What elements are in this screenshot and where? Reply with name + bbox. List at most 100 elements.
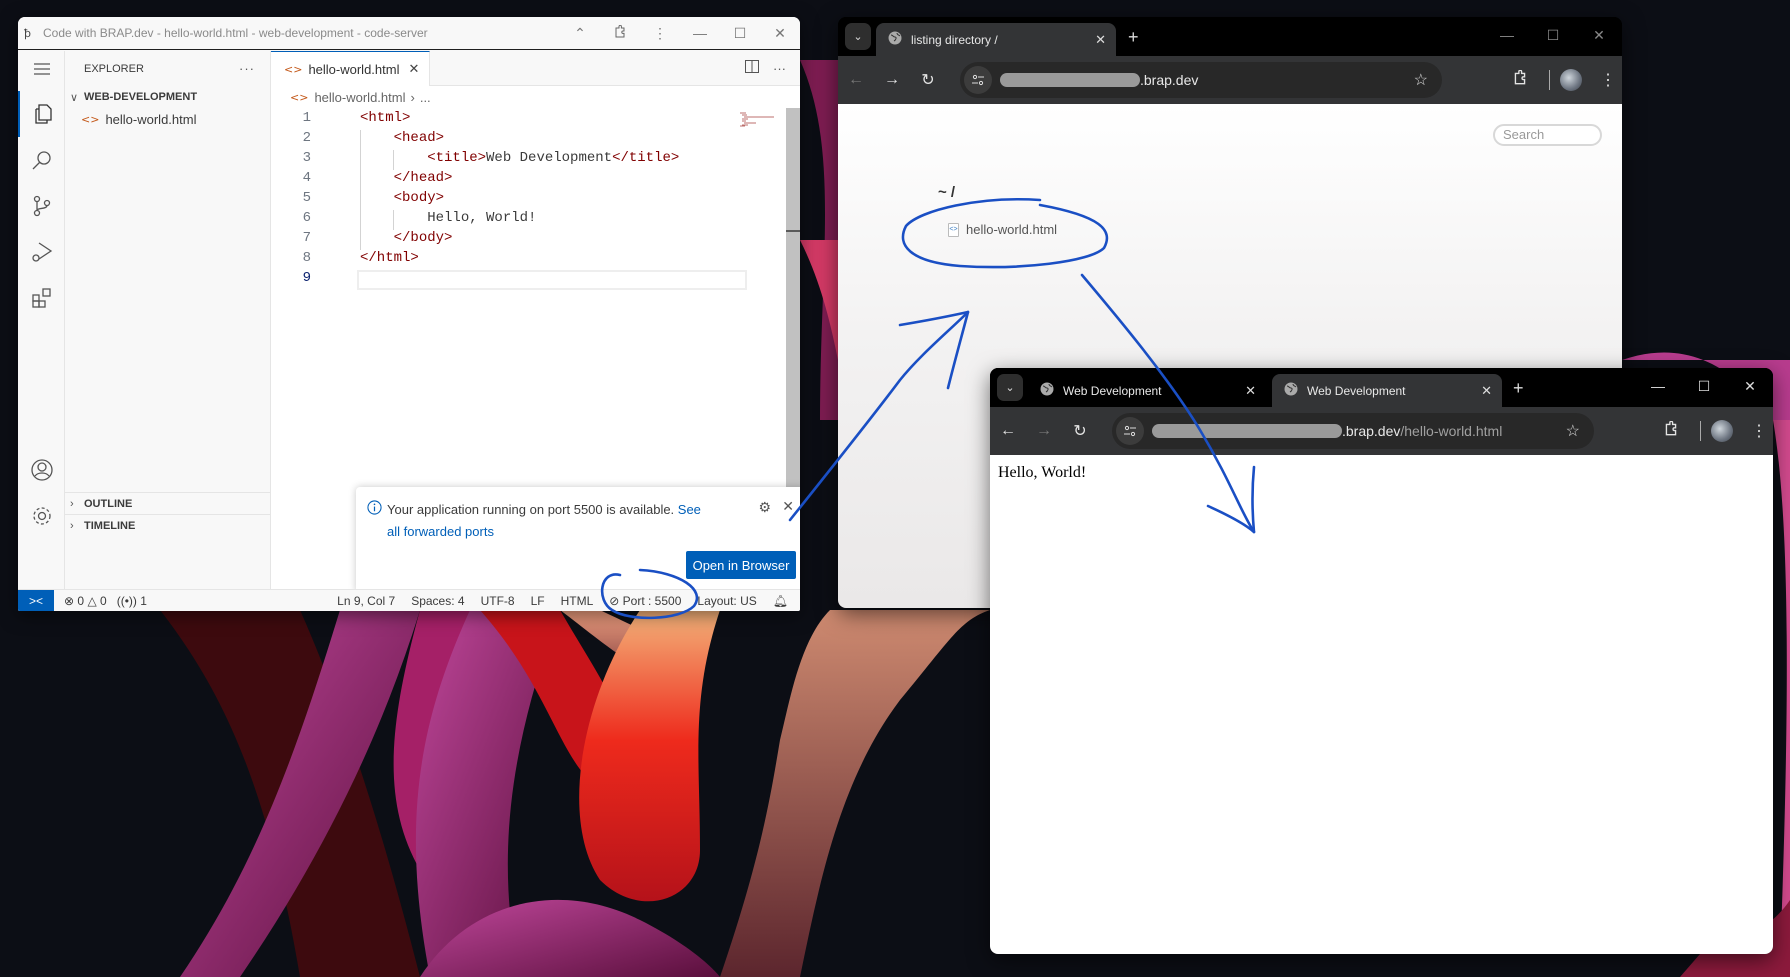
tab-hello-world[interactable]: <> hello-world.html ✕ [271, 51, 431, 86]
gear-icon[interactable] [18, 493, 65, 539]
directory-entry-hello-world[interactable]: <> hello-world.html [948, 222, 1057, 237]
more-vertical-icon[interactable]: ⋮ [640, 25, 680, 42]
code-line[interactable]: 6 Hello, World! [271, 210, 800, 230]
new-tab-button[interactable]: + [1128, 27, 1139, 48]
run-debug-icon[interactable] [18, 229, 65, 275]
code-line[interactable]: 4 </head> [271, 170, 800, 190]
port-label: Port : 5500 [622, 593, 682, 608]
notification-close-icon[interactable]: ✕ [782, 498, 794, 515]
site-info-icon[interactable] [964, 66, 992, 94]
new-tab-button[interactable]: + [1513, 378, 1524, 399]
toolbar-divider [1549, 70, 1550, 90]
folder-web-development[interactable]: ∨ WEB-DEVELOPMENT [65, 86, 270, 108]
explorer-more-icon[interactable]: ··· [239, 61, 255, 76]
html-file-icon: <> [948, 222, 959, 237]
browser-menu-icon[interactable]: ⋮ [1745, 421, 1773, 441]
remote-icon[interactable]: >< [18, 589, 54, 611]
breadcrumb-symbols[interactable]: ... [420, 90, 431, 105]
directory-breadcrumb[interactable]: ~ / [938, 184, 955, 201]
close-tab-icon[interactable]: ✕ [1095, 32, 1106, 48]
close-tab-icon[interactable]: ✕ [408, 61, 419, 77]
search-icon[interactable] [18, 137, 65, 183]
tab-title: Web Development [1307, 383, 1406, 398]
minimize-button[interactable]: — [1484, 17, 1530, 56]
indentation[interactable]: Spaces: 4 [411, 594, 464, 608]
code-line[interactable]: 2 <head> [271, 130, 800, 150]
close-window-button[interactable]: ✕ [760, 25, 800, 42]
bookmark-star-icon[interactable]: ☆ [1414, 70, 1428, 90]
open-in-browser-button[interactable]: Open in Browser [686, 551, 796, 579]
toolbar-divider [1700, 421, 1701, 441]
window-controls: — ☐ ✕ [1484, 17, 1622, 56]
back-button[interactable]: ← [838, 71, 874, 89]
extensions-puzzle-icon[interactable] [1652, 420, 1690, 442]
ports-count: 1 [140, 593, 147, 608]
code-line[interactable]: 5 <body> [271, 190, 800, 210]
text-token: Hello, World! [427, 210, 537, 226]
tab-search-chevron-icon[interactable]: ⌄ [845, 23, 871, 50]
code-line[interactable]: 8 </html> [271, 250, 800, 270]
directory-search-input[interactable]: Search [1493, 124, 1602, 146]
reload-button[interactable]: ↻ [910, 70, 946, 90]
tab-listing-directory[interactable]: listing directory / ✕ [876, 23, 1116, 56]
address-bar[interactable]: .brap.dev/hello-world.html ☆ [1112, 413, 1594, 449]
address-bar[interactable]: .brap.dev ☆ [960, 62, 1442, 98]
outline-section[interactable]: › OUTLINE [65, 492, 270, 514]
cursor-position[interactable]: Ln 9, Col 7 [337, 594, 395, 608]
close-window-button[interactable]: ✕ [1727, 368, 1773, 407]
notifications-bell-icon[interactable]: 🔔︎ [773, 594, 788, 608]
maximize-button[interactable]: ☐ [1530, 17, 1576, 56]
close-tab-icon[interactable]: ✕ [1245, 383, 1256, 399]
close-window-button[interactable]: ✕ [1576, 17, 1622, 56]
tab-web-development-2[interactable]: Web Development ✕ [1272, 374, 1502, 407]
explorer-title: EXPLORER [84, 62, 144, 75]
warning-count: 0 [100, 593, 107, 608]
timeline-section[interactable]: › TIMELINE [65, 514, 270, 536]
minimize-button[interactable]: — [680, 25, 720, 41]
extension-puzzle-icon[interactable] [600, 24, 640, 42]
breadcrumb-file[interactable]: hello-world.html [314, 90, 405, 105]
reload-button[interactable]: ↻ [1062, 421, 1098, 441]
profile-avatar[interactable] [1560, 69, 1582, 91]
keyboard-layout[interactable]: Layout: US [697, 594, 756, 608]
encoding[interactable]: UTF-8 [481, 594, 515, 608]
split-editor-icon[interactable] [745, 60, 759, 76]
file-hello-world[interactable]: <> hello-world.html [65, 108, 270, 130]
minimap[interactable] [738, 111, 778, 127]
code-line[interactable]: 7 </body> [271, 230, 800, 250]
forward-button[interactable]: → [1026, 422, 1062, 440]
account-icon[interactable] [18, 447, 65, 493]
source-control-icon[interactable] [18, 183, 65, 229]
url-path: /hello-world.html [1400, 423, 1503, 439]
extensions-puzzle-icon[interactable] [1501, 69, 1539, 91]
problems-indicator[interactable]: ⊗ 0 △ 0 [64, 594, 107, 608]
back-button[interactable]: ← [990, 422, 1026, 440]
text-token: Web Development [486, 150, 613, 166]
language-mode[interactable]: HTML [561, 594, 594, 608]
site-info-icon[interactable] [1116, 417, 1144, 445]
code-line[interactable]: 9 [271, 270, 800, 290]
code-editor[interactable]: 1 <html> 2 <head> 3 <title>Web Development<… [271, 110, 800, 290]
tab-web-development-1[interactable]: Web Development ✕ [1028, 374, 1266, 407]
bookmark-star-icon[interactable]: ☆ [1566, 421, 1580, 441]
ports-indicator[interactable]: ((•)) 1 [117, 594, 147, 608]
code-line[interactable]: 3 <title>Web Development</title> [271, 150, 800, 170]
extensions-icon[interactable] [18, 275, 65, 321]
minimize-button[interactable]: — [1635, 368, 1681, 407]
notification-settings-gear-icon[interactable]: ⚙ [758, 499, 771, 516]
editor-more-icon[interactable]: ··· [773, 61, 786, 76]
tab-title: listing directory / [911, 32, 998, 47]
live-server-port[interactable]: ⊘ Port : 5500 [609, 594, 681, 608]
collapse-icon[interactable]: ⌃ [560, 25, 600, 42]
profile-avatar[interactable] [1711, 420, 1733, 442]
maximize-button[interactable]: ☐ [720, 25, 760, 42]
maximize-button[interactable]: ☐ [1681, 368, 1727, 407]
end-of-line[interactable]: LF [531, 594, 545, 608]
menu-icon[interactable] [18, 51, 65, 86]
forward-button[interactable]: → [874, 71, 910, 89]
code-line[interactable]: 1 <html> [271, 110, 800, 130]
browser-menu-icon[interactable]: ⋮ [1594, 70, 1622, 90]
tab-search-chevron-icon[interactable]: ⌄ [997, 374, 1023, 401]
explorer-files-icon[interactable] [18, 91, 65, 137]
close-tab-icon[interactable]: ✕ [1481, 383, 1492, 399]
